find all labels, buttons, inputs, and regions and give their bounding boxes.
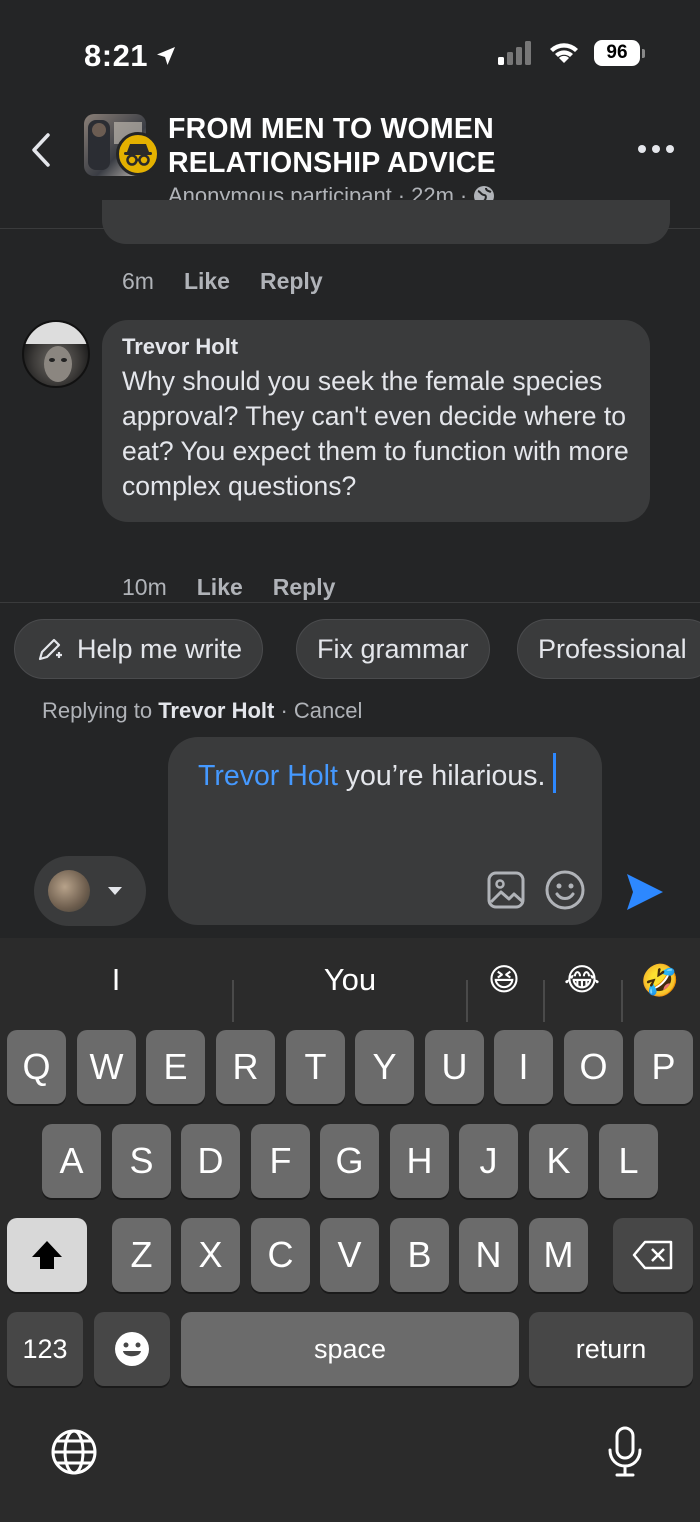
suggestion-bar: I You 😆 😂 🤣 [0, 958, 700, 1022]
key-v[interactable]: V [320, 1218, 379, 1292]
key-x[interactable]: X [181, 1218, 240, 1292]
caret-down-icon [108, 887, 122, 895]
fix-grammar-chip[interactable]: Fix grammar [296, 619, 490, 679]
text-cursor [553, 753, 557, 793]
anonymous-badge-icon [116, 132, 160, 176]
send-icon [627, 874, 663, 910]
key-e[interactable]: E [146, 1030, 205, 1104]
key-a[interactable]: A [42, 1124, 101, 1198]
replying-to-name: Trevor Holt [158, 698, 275, 723]
globe-key[interactable] [50, 1428, 98, 1481]
key-g[interactable]: G [320, 1124, 379, 1198]
comment-bubble: Trevor Holt Why should you seek the fema… [102, 320, 650, 522]
key-p[interactable]: P [634, 1030, 693, 1104]
status-indicators: 96 [498, 40, 645, 66]
account-switcher[interactable] [34, 856, 146, 926]
back-button[interactable] [30, 132, 52, 173]
send-button[interactable] [624, 870, 666, 919]
key-s[interactable]: S [112, 1124, 171, 1198]
composer-divider [0, 602, 700, 603]
chevron-left-icon [32, 133, 50, 167]
key-q[interactable]: Q [7, 1030, 66, 1104]
comment-time: 10m [122, 574, 167, 600]
suggestion-emoji[interactable]: 🤣 [641, 962, 680, 999]
suggestion-word[interactable]: You [324, 962, 376, 998]
professional-chip[interactable]: Professional [517, 619, 700, 679]
more-options-button[interactable] [638, 145, 674, 153]
location-arrow-icon [157, 47, 176, 65]
key-r[interactable]: R [216, 1030, 275, 1104]
cancel-reply-button[interactable]: Cancel [294, 698, 362, 723]
key-d[interactable]: D [181, 1124, 240, 1198]
emoji-icon[interactable] [544, 869, 586, 911]
space-key[interactable]: space [181, 1312, 519, 1386]
shift-arrow-icon [32, 1241, 62, 1269]
group-title[interactable]: FROM MEN TO WOMEN RELATIONSHIP ADVICE [168, 112, 568, 180]
reply-button[interactable]: Reply [273, 574, 336, 601]
previous-comment-bubble [102, 200, 670, 244]
comment-text: Why should you seek the female species a… [122, 366, 629, 501]
key-o[interactable]: O [564, 1030, 623, 1104]
avatar[interactable] [22, 320, 90, 388]
globe-icon [51, 1429, 97, 1475]
emoji-key[interactable] [94, 1312, 170, 1386]
account-avatar [48, 870, 90, 912]
key-z[interactable]: Z [112, 1218, 171, 1292]
mention-tag: Trevor Holt [198, 760, 338, 792]
numbers-key[interactable]: 123 [7, 1312, 83, 1386]
key-i[interactable]: I [494, 1030, 553, 1104]
previous-comment-actions: 6m Like Reply [122, 268, 323, 295]
key-k[interactable]: K [529, 1124, 588, 1198]
comment-input[interactable]: Trevor Holt you’re hilarious. [168, 737, 602, 925]
comment-actions: 10m Like Reply [122, 574, 335, 601]
comment-time: 6m [122, 268, 154, 294]
battery-indicator: 96 [594, 40, 645, 66]
comment-input-text: you’re hilarious. [337, 760, 546, 792]
key-m[interactable]: M [529, 1218, 588, 1292]
wifi-icon [550, 43, 578, 63]
microphone-icon [608, 1426, 642, 1477]
photo-icon[interactable] [486, 870, 526, 910]
key-l[interactable]: L [599, 1124, 658, 1198]
shift-key[interactable] [7, 1218, 87, 1292]
header-divider [0, 228, 700, 229]
status-time: 8:21 [84, 38, 178, 74]
dictation-key[interactable] [606, 1426, 644, 1483]
return-key[interactable]: return [529, 1312, 693, 1386]
like-button[interactable]: Like [197, 574, 243, 601]
emoji-icon [115, 1332, 149, 1366]
pencil-sparkle-icon [38, 638, 62, 661]
key-j[interactable]: J [459, 1124, 518, 1198]
key-w[interactable]: W [77, 1030, 136, 1104]
key-b[interactable]: B [390, 1218, 449, 1292]
cellular-signal-icon [498, 41, 531, 65]
delete-key[interactable] [613, 1218, 693, 1292]
backspace-icon [632, 1240, 673, 1270]
like-button[interactable]: Like [184, 268, 230, 295]
keyboard: I You 😆 😂 🤣 Q W E R T Y U I O P A S D F … [0, 938, 700, 1522]
suggestion-emoji[interactable]: 😂 [564, 962, 600, 998]
key-c[interactable]: C [251, 1218, 310, 1292]
key-y[interactable]: Y [355, 1030, 414, 1104]
comment-author[interactable]: Trevor Holt [122, 334, 630, 360]
replying-to-line: Replying to Trevor Holt · Cancel [42, 698, 363, 723]
suggestion-emoji[interactable]: 😆 [488, 962, 520, 998]
suggestion-word[interactable]: I [112, 962, 121, 998]
key-t[interactable]: T [286, 1030, 345, 1104]
key-h[interactable]: H [390, 1124, 449, 1198]
key-n[interactable]: N [459, 1218, 518, 1292]
key-f[interactable]: F [251, 1124, 310, 1198]
reply-button[interactable]: Reply [260, 268, 323, 295]
help-me-write-chip[interactable]: Help me write [14, 619, 264, 679]
key-u[interactable]: U [425, 1030, 484, 1104]
